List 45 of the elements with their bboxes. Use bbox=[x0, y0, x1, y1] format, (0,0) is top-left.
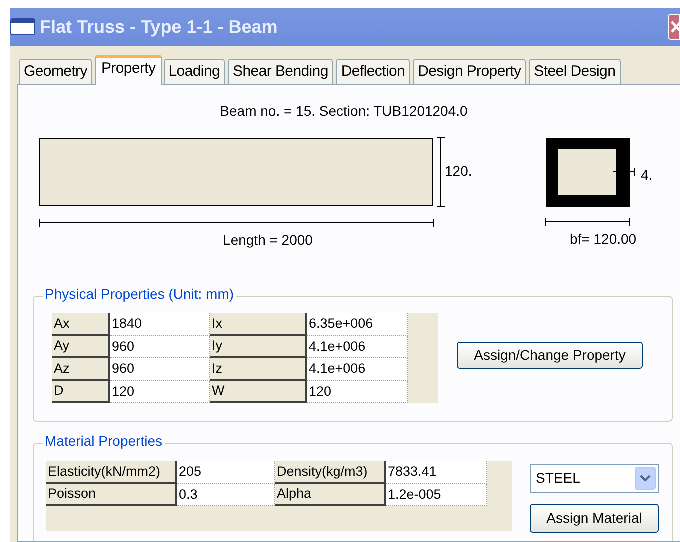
property-label: Iz bbox=[210, 358, 307, 380]
tab[interactable]: Design Property bbox=[413, 59, 526, 84]
property-label: Alpha bbox=[275, 484, 386, 506]
property-label: Ax bbox=[52, 313, 110, 336]
tab[interactable]: Property bbox=[95, 55, 162, 85]
property-value: 960 bbox=[110, 358, 210, 380]
property-value: 205 bbox=[177, 461, 275, 484]
window-title: Flat Truss - Type 1-1 - Beam bbox=[40, 16, 278, 39]
property-label: Ix bbox=[210, 313, 307, 336]
property-value: 120 bbox=[110, 380, 210, 403]
width-label: bf= 120.00 bbox=[570, 231, 637, 247]
tab[interactable]: Geometry bbox=[19, 59, 92, 84]
property-label: Iy bbox=[210, 336, 307, 358]
tab[interactable]: Deflection bbox=[336, 59, 410, 84]
height-label: 120. bbox=[445, 163, 472, 179]
property-label: W bbox=[210, 380, 307, 403]
thickness-label: 4. bbox=[641, 167, 653, 183]
length-label: Length = 2000 bbox=[223, 232, 313, 248]
property-label: Poisson bbox=[46, 484, 177, 506]
property-label: D bbox=[52, 380, 110, 403]
material-dropdown[interactable]: STEEL bbox=[530, 464, 659, 493]
property-value: 4.1e+006 bbox=[307, 336, 408, 358]
group-title: Material Properties bbox=[43, 434, 164, 448]
property-value: 0.3 bbox=[177, 484, 275, 506]
tab[interactable]: Loading bbox=[164, 59, 226, 84]
close-button[interactable] bbox=[668, 14, 680, 40]
tab[interactable]: Steel Design bbox=[529, 59, 621, 84]
property-label: Az bbox=[52, 358, 110, 380]
property-value: 120 bbox=[307, 380, 408, 403]
assign-property-button[interactable]: Assign/Change Property bbox=[457, 342, 643, 369]
property-value: 1840 bbox=[110, 313, 210, 336]
property-value: 6.35e+006 bbox=[307, 313, 408, 336]
property-value: 960 bbox=[110, 336, 210, 358]
group-title: Physical Properties (Unit: mm) bbox=[43, 287, 236, 301]
height-dimension bbox=[436, 138, 446, 208]
property-label: Density(kg/m3) bbox=[275, 461, 386, 484]
property-value: 1.2e-005 bbox=[386, 484, 487, 506]
property-value: 4.1e+006 bbox=[307, 358, 408, 380]
beam-info: Beam no. = 15. Section: TUB1201204.0 bbox=[220, 102, 468, 121]
assign-material-button[interactable]: Assign Material bbox=[530, 504, 659, 533]
tab[interactable]: Shear Bending bbox=[228, 59, 334, 84]
property-label: Ay bbox=[52, 336, 110, 358]
window-icon bbox=[10, 17, 36, 37]
property-value: 7833.41 bbox=[386, 461, 487, 484]
property-label: Elasticity(kN/mm2) bbox=[46, 461, 177, 484]
